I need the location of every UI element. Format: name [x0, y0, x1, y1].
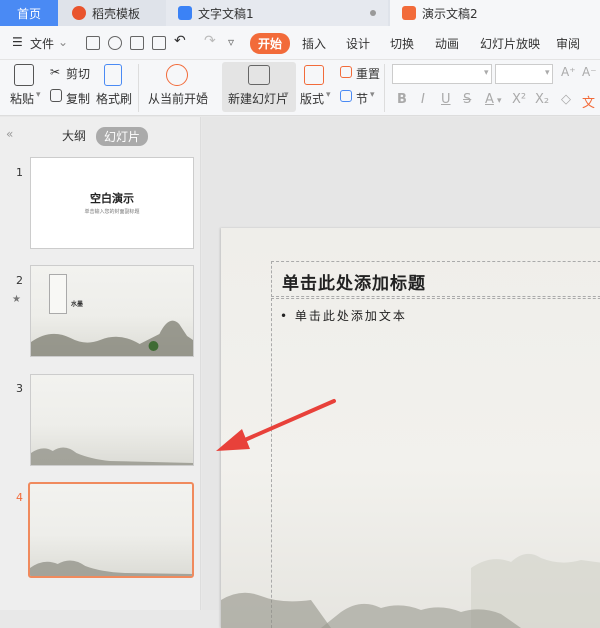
paste-icon[interactable] — [14, 64, 34, 86]
reset-icon — [340, 66, 352, 78]
subscript-icon[interactable]: X₂ — [535, 92, 549, 107]
collapse-panel-icon[interactable]: « — [6, 127, 13, 141]
tab-label: 稻壳模板 — [92, 6, 141, 21]
slide-number: 2 — [16, 274, 23, 287]
tab-writer-document[interactable]: 文字文稿1 — [166, 0, 388, 26]
title-placeholder[interactable]: 单击此处添加标题 — [271, 261, 600, 297]
ink-mountain-icon — [221, 553, 600, 628]
font-color-dropdown-icon[interactable]: ▾ — [497, 96, 502, 106]
scissors-icon: ✂ — [50, 65, 61, 79]
writer-icon — [178, 6, 192, 20]
tab-label: 文字文稿1 — [198, 6, 254, 21]
customize-quick-access-icon[interactable]: ▿ — [228, 35, 234, 49]
print-icon[interactable] — [130, 36, 144, 50]
ink-mountain-icon — [30, 560, 192, 576]
section-dropdown-icon[interactable]: ▾ — [370, 90, 375, 100]
font-family-dropdown-icon[interactable]: ▾ — [484, 68, 489, 78]
ribbon-toolbar: 粘贴 ▾ ✂ 剪切 复制 格式刷 从当前开始 ▾ 新建幻灯片 ▾ 版式 ▾ 重置… — [0, 60, 600, 116]
increase-font-icon[interactable]: A⁺ — [561, 65, 576, 79]
slide-thumbnail-4[interactable] — [28, 482, 194, 578]
slide-thumbnail-1[interactable]: 空白演示 单击输入您的封面副标题 — [30, 157, 194, 249]
daoke-icon — [72, 6, 86, 20]
menu-design[interactable]: 设计 — [346, 35, 370, 52]
reset-button[interactable]: 重置 — [356, 65, 380, 82]
layout-icon[interactable] — [304, 65, 324, 85]
export-icon[interactable] — [108, 36, 122, 50]
wps-character-icon[interactable]: 文 — [582, 92, 595, 111]
chevron-down-icon[interactable]: ⌄ — [58, 35, 68, 49]
menu-animation[interactable]: 动画 — [435, 35, 459, 52]
ribbon-divider — [138, 64, 139, 112]
ribbon-divider — [384, 64, 385, 112]
ink-mountain-icon — [31, 447, 193, 465]
tab-slides[interactable]: 幻灯片 — [96, 127, 149, 146]
body-placeholder-text: • 单击此处添加文本 — [280, 309, 407, 323]
undo-icon[interactable]: ↶ — [174, 33, 186, 49]
strikethrough-icon[interactable]: S — [463, 92, 471, 107]
from-current-button[interactable]: 从当前开始 — [148, 90, 208, 107]
tab-label: 演示文稿2 — [422, 6, 478, 21]
print-preview-icon[interactable] — [152, 36, 166, 50]
tab-outline[interactable]: 大纲 — [62, 127, 86, 144]
paste-button[interactable]: 粘贴 — [10, 90, 34, 107]
decrease-font-icon[interactable]: A⁻ — [582, 65, 597, 79]
thumb-subtitle: 单击输入您的封面副标题 — [84, 209, 140, 215]
menu-transition[interactable]: 切换 — [390, 35, 414, 52]
slide-number: 1 — [16, 166, 23, 179]
copy-button[interactable]: 复制 — [66, 90, 90, 107]
paste-dropdown-icon[interactable]: ▾ — [36, 90, 41, 100]
slide-number: 4 — [16, 491, 23, 504]
section-icon — [340, 90, 352, 102]
format-painter-button[interactable]: 格式刷 — [96, 90, 132, 107]
tab-presentation[interactable]: 演示文稿2 — [390, 0, 600, 26]
format-painter-icon[interactable] — [104, 64, 122, 86]
redo-icon[interactable]: ↷ — [204, 33, 216, 49]
tab-bar: 首页 稻壳模板 文字文稿1 演示文稿2 — [0, 0, 600, 26]
layout-dropdown-icon[interactable]: ▾ — [326, 90, 331, 100]
title-placeholder-text: 单击此处添加标题 — [282, 274, 426, 294]
tab-label: 首页 — [16, 6, 41, 21]
section-button[interactable]: 节 — [356, 90, 368, 107]
ink-mountain-icon — [31, 320, 193, 356]
slide-thumbnail-3[interactable] — [30, 374, 194, 466]
menu-file[interactable]: 文件 — [30, 35, 54, 52]
slide-editor: 单击此处添加标题 • 单击此处添加文本 — [202, 117, 600, 628]
menu-start[interactable]: 开始 — [250, 33, 291, 54]
new-slide-icon[interactable] — [248, 65, 270, 85]
slide-thumbnail-panel: « 大纲 幻灯片 1 空白演示 单击输入您的封面副标题 2 ★ 水墨 3 4 — [0, 117, 201, 610]
tab-daoke-templates[interactable]: 稻壳模板 — [60, 0, 164, 26]
menu-insert[interactable]: 插入 — [302, 35, 326, 52]
layout-button[interactable]: 版式 — [300, 90, 324, 107]
menu-review[interactable]: 审阅 — [556, 35, 580, 52]
font-size-dropdown-icon[interactable]: ▾ — [545, 68, 550, 78]
cut-button[interactable]: 剪切 — [66, 65, 90, 82]
slide-thumbnail-2[interactable]: 水墨 — [30, 265, 194, 357]
copy-icon — [50, 89, 62, 102]
underline-icon[interactable]: U — [441, 92, 451, 107]
from-current-dropdown-icon[interactable]: ▾ — [202, 90, 207, 100]
play-icon[interactable] — [166, 64, 188, 86]
new-slide-dropdown-icon[interactable]: ▾ — [284, 90, 289, 100]
tab-home[interactable]: 首页 — [0, 0, 58, 26]
presentation-icon — [402, 6, 416, 20]
bold-icon[interactable]: B — [397, 92, 407, 107]
font-family-select[interactable] — [392, 64, 492, 84]
clear-format-icon[interactable]: ◇ — [561, 92, 571, 107]
annotation-arrow-icon — [216, 399, 336, 451]
new-slide-button[interactable]: 新建幻灯片 — [228, 90, 288, 107]
hamburger-icon[interactable]: ☰ — [12, 35, 23, 49]
menu-bar: ☰ 文件 ⌄ ↶ ↷ ▿ 开始 插入 设计 切换 动画 幻灯片放映 审阅 — [0, 26, 600, 60]
thumb-title: 空白演示 — [90, 192, 134, 205]
unsaved-dot-icon — [370, 10, 376, 16]
font-color-icon[interactable]: A — [485, 92, 494, 107]
slide-number: 3 — [16, 382, 23, 395]
save-icon[interactable] — [86, 36, 100, 50]
animation-star-icon: ★ — [12, 294, 21, 305]
italic-icon[interactable]: I — [421, 92, 425, 107]
superscript-icon[interactable]: X² — [512, 92, 526, 107]
menu-slideshow[interactable]: 幻灯片放映 — [480, 35, 540, 52]
